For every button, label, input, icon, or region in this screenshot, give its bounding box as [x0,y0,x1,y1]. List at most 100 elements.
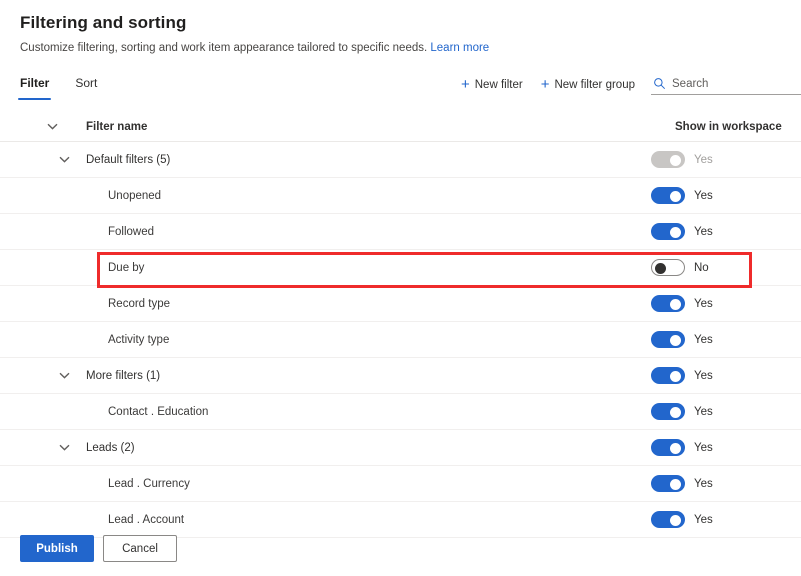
toggle-knob [670,154,681,166]
new-filter-button[interactable]: + New filter [459,76,525,94]
show-in-workspace-toggle[interactable] [651,439,685,456]
row-expand-toggle[interactable] [0,156,78,163]
header-expand-cell[interactable] [0,123,66,130]
toggle-state-label: Yes [694,153,713,166]
show-in-workspace-toggle [651,151,685,168]
tab-sort[interactable]: Sort [73,72,99,100]
page-header: Filtering and sorting Customize filterin… [0,0,801,56]
table-row[interactable]: Due by No [0,250,801,286]
show-in-workspace-cell: Yes [641,331,801,348]
show-in-workspace-toggle[interactable] [651,223,685,240]
toggle-knob [670,514,681,526]
chevron-down-icon [59,156,70,163]
show-in-workspace-toggle[interactable] [651,331,685,348]
show-in-workspace-toggle[interactable] [651,259,685,276]
table-row[interactable]: Record type Yes [0,286,801,322]
table-row[interactable]: Lead . Account Yes [0,502,801,538]
show-in-workspace-cell: No [641,259,801,276]
toggle-state-label: Yes [694,333,713,346]
filter-name-label: Contact . Education [108,405,209,418]
toggle-knob [670,370,681,382]
filters-table: Filter name Show in workspace Default fi… [0,112,801,538]
column-header-filter-name: Filter name [86,120,148,133]
chevron-down-icon [59,372,70,379]
show-in-workspace-toggle[interactable] [651,511,685,528]
toggle-state-label: Yes [694,297,713,310]
show-in-workspace-cell: Yes [641,511,801,528]
footer-actions: Publish Cancel [20,535,177,562]
show-in-workspace-cell: Yes [641,439,801,456]
learn-more-link[interactable]: Learn more [430,42,489,54]
show-in-workspace-cell: Yes [641,475,801,492]
show-in-workspace-toggle[interactable] [651,187,685,204]
toggle-state-label: Yes [694,189,713,202]
toggle-knob [670,442,681,454]
toggle-knob [670,226,681,238]
show-in-workspace-cell: Yes [641,295,801,312]
tab-filter[interactable]: Filter [18,72,52,100]
filter-name-label: Leads (2) [86,441,135,454]
table-row[interactable]: Unopened Yes [0,178,801,214]
filter-name-label: Activity type [108,333,170,346]
chevron-down-icon [59,444,70,451]
filter-name-label: Lead . Currency [108,477,190,490]
filter-name-label: Record type [108,297,171,310]
new-filter-label: New filter [474,78,523,91]
plus-icon: + [460,75,470,93]
filter-name-label: Unopened [108,189,162,202]
toggle-state-label: Yes [694,441,713,454]
toggle-state-label: Yes [694,225,713,238]
table-row[interactable]: Contact . Education Yes [0,394,801,430]
toggle-knob [670,406,681,418]
table-body: Default filters (5) Yes Unopened Yes Followe… [0,142,801,538]
new-filter-group-button[interactable]: + New filter group [539,76,637,94]
toggle-knob [670,334,681,346]
toggle-knob [655,262,666,274]
page-subtitle: Customize filtering, sorting and work it… [20,41,801,56]
filter-name-label: Followed [108,225,155,238]
page-subtitle-text: Customize filtering, sorting and work it… [20,42,428,54]
filter-name-label: Due by [108,261,145,274]
search-icon [654,78,666,90]
row-expand-toggle[interactable] [0,444,78,451]
show-in-workspace-cell: Yes [641,187,801,204]
table-header-row: Filter name Show in workspace [0,112,801,142]
cancel-button[interactable]: Cancel [103,535,177,562]
show-in-workspace-toggle[interactable] [651,367,685,384]
plus-icon: + [540,75,550,93]
toggle-knob [670,478,681,490]
toggle-state-label: No [694,261,709,274]
toggle-knob [670,298,681,310]
filter-name-label: More filters (1) [86,369,161,382]
filter-name-label: Default filters (5) [86,153,171,166]
table-row[interactable]: Activity type Yes [0,322,801,358]
toggle-state-label: Yes [694,405,713,418]
column-header-show-in-workspace: Show in workspace [675,120,782,133]
table-row[interactable]: More filters (1) Yes [0,358,801,394]
table-row[interactable]: Leads (2) Yes [0,430,801,466]
table-row[interactable]: Lead . Currency Yes [0,466,801,502]
toggle-state-label: Yes [694,477,713,490]
publish-button[interactable]: Publish [20,535,94,562]
show-in-workspace-cell: Yes [641,367,801,384]
row-expand-toggle[interactable] [0,372,78,379]
search-box[interactable]: Search [651,74,801,95]
new-filter-group-label: New filter group [554,78,635,91]
table-row[interactable]: Followed Yes [0,214,801,250]
filtering-and-sorting-page: Filtering and sorting Customize filterin… [0,0,801,576]
search-input[interactable]: Search [672,78,708,90]
show-in-workspace-cell: Yes [641,403,801,420]
table-row[interactable]: Default filters (5) Yes [0,142,801,178]
filter-name-label: Lead . Account [108,513,185,526]
show-in-workspace-cell: Yes [641,151,801,168]
show-in-workspace-toggle[interactable] [651,475,685,492]
page-title: Filtering and sorting [20,13,187,32]
toggle-state-label: Yes [694,513,713,526]
show-in-workspace-toggle[interactable] [651,295,685,312]
command-actions: + New filter + New filter group Search [459,74,801,95]
chevron-down-icon [47,123,58,130]
show-in-workspace-cell: Yes [641,223,801,240]
toggle-knob [670,190,681,202]
show-in-workspace-toggle[interactable] [651,403,685,420]
toggle-state-label: Yes [694,369,713,382]
